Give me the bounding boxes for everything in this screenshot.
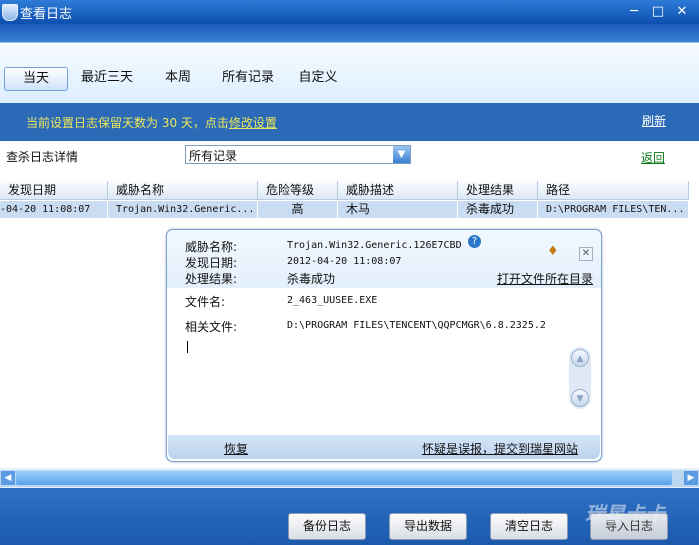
- table-cell-risk-level[interactable]: 高: [258, 201, 338, 218]
- threat-name-value: Trojan.Win32.Generic.126E7CBD: [287, 240, 462, 251]
- clear-log-button[interactable]: 清空日志: [490, 513, 568, 540]
- file-name-value: 2_463_UUSEE.EXE: [287, 295, 378, 306]
- export-data-button[interactable]: 导出数据: [389, 513, 467, 540]
- shield-icon: [2, 4, 18, 21]
- scroll-right-icon[interactable]: ▶: [684, 471, 698, 485]
- table-cell-threat-name[interactable]: Trojan.Win32.Generic...: [108, 201, 258, 218]
- threat-detail-popup: 威胁名称: Trojan.Win32.Generic.126E7CBD ? ♦ …: [166, 229, 602, 462]
- refresh-link[interactable]: 刷新: [642, 112, 666, 129]
- tab-custom[interactable]: 自定义: [292, 67, 344, 89]
- popup-footer: 恢复 怀疑是误报，提交到瑞星网站: [168, 435, 600, 459]
- table-cell-result[interactable]: 杀毒成功: [458, 201, 538, 218]
- info-bar: 当前设置日志保留天数为 30 天，点击修改设置 刷新: [0, 103, 699, 141]
- tab-bar: 当天 最近三天 本周 所有记录 自定义: [0, 42, 699, 103]
- filter-label: 查杀日志详情: [6, 150, 79, 164]
- report-false-positive-link[interactable]: 怀疑是误报，提交到瑞星网站: [422, 440, 578, 457]
- title-bar: 查看日志 ─ □ ✕: [0, 0, 699, 24]
- detail-scrollbar[interactable]: ▲ ▼: [569, 347, 591, 409]
- maximize-icon[interactable]: □: [650, 4, 666, 20]
- minimize-icon[interactable]: ─: [626, 4, 642, 20]
- record-filter-select[interactable]: 所有记录 ▼: [185, 145, 411, 164]
- modify-settings-link[interactable]: 修改设置: [229, 116, 277, 130]
- related-files-label: 相关文件:: [185, 320, 238, 334]
- pin-icon[interactable]: ♦: [547, 244, 559, 259]
- tab-last-three-days[interactable]: 最近三天: [78, 67, 136, 89]
- scroll-thumb[interactable]: [16, 471, 672, 485]
- back-link[interactable]: 返回: [641, 149, 665, 166]
- threat-name-label: 威胁名称:: [185, 240, 238, 254]
- tab-this-week[interactable]: 本周: [156, 67, 200, 89]
- column-header-threat-name[interactable]: 威胁名称: [108, 181, 258, 200]
- close-icon[interactable]: ✕: [579, 247, 593, 261]
- column-header-result[interactable]: 处理结果: [458, 181, 538, 200]
- column-header-description[interactable]: 威胁描述: [338, 181, 458, 200]
- column-header-date[interactable]: 发现日期: [0, 181, 108, 200]
- tab-today[interactable]: 当天: [4, 67, 68, 91]
- text-cursor: [187, 341, 188, 353]
- table-cell-date[interactable]: -04-20 11:08:07: [0, 201, 108, 218]
- scroll-down-icon[interactable]: ▼: [571, 389, 589, 407]
- scroll-up-icon[interactable]: ▲: [571, 349, 589, 367]
- tab-all-records[interactable]: 所有记录: [216, 67, 280, 89]
- column-header-risk-level[interactable]: 危险等级: [258, 181, 338, 200]
- chevron-down-icon[interactable]: ▼: [393, 146, 410, 163]
- select-value: 所有记录: [189, 149, 238, 163]
- file-name-label: 文件名:: [185, 295, 226, 309]
- watermark-logo: 瑞星卡卡: [585, 502, 665, 526]
- scroll-left-icon[interactable]: ◀: [1, 471, 15, 485]
- help-icon[interactable]: ?: [468, 235, 481, 248]
- header-band: [0, 24, 699, 42]
- table-cell-path[interactable]: D:\PROGRAM FILES\TEN...: [538, 201, 689, 218]
- result-label: 处理结果:: [185, 272, 238, 286]
- column-header-path[interactable]: 路径: [538, 181, 689, 200]
- date-label: 发现日期:: [185, 256, 238, 270]
- result-value: 杀毒成功: [287, 272, 336, 286]
- date-value: 2012-04-20 11:08:07: [287, 256, 402, 267]
- restore-link[interactable]: 恢复: [224, 440, 248, 457]
- table-cell-description[interactable]: 木马: [338, 201, 458, 218]
- open-file-location-link[interactable]: 打开文件所在目录: [497, 270, 593, 287]
- backup-log-button[interactable]: 备份日志: [288, 513, 366, 540]
- retention-message: 当前设置日志保留天数为 30 天，点击修改设置: [26, 116, 277, 130]
- close-icon[interactable]: ✕: [674, 4, 690, 20]
- related-files-value: D:\PROGRAM FILES\TENCENT\QQPCMGR\6.8.232…: [287, 320, 546, 331]
- filter-row: 查杀日志详情 所有记录 ▼ 返回: [0, 141, 699, 181]
- window-title: 查看日志: [20, 7, 73, 22]
- horizontal-scrollbar[interactable]: ◀ ▶: [0, 470, 699, 487]
